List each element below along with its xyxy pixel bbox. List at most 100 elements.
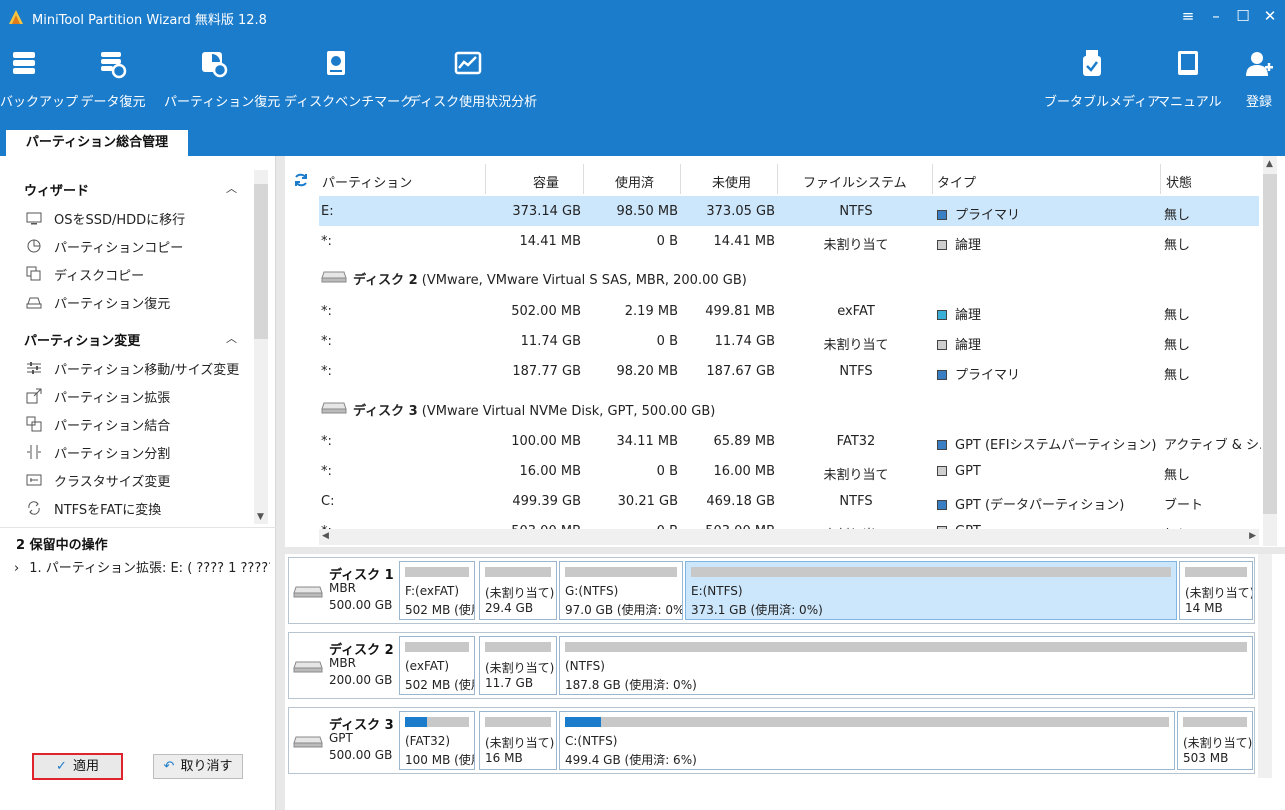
apply-button[interactable]: ✓ 適用 (32, 753, 123, 780)
backup-button[interactable]: バックアップ (0, 34, 78, 124)
data-recovery-button[interactable]: データ復元 (80, 34, 146, 124)
sidebar-scrollbar[interactable]: ▼ (254, 170, 268, 524)
column-header-status[interactable]: 状態 (1166, 172, 1192, 191)
convert-icon (28, 501, 40, 515)
table-row[interactable]: *: 14.41 MB 0 B 14.41 MB 未割り当て 論理 無し (319, 226, 1259, 256)
cell-type-label: プライマリ (955, 208, 1021, 223)
table-row[interactable]: C: 499.39 GB 30.21 GB 469.18 GB NTFS GPT… (319, 486, 1259, 516)
disk-map-card[interactable]: ディスク 3 GPT 500.00 GB (FAT32) 100 MB (使用 … (288, 707, 1255, 774)
partition-block[interactable]: (未割り当て) 16 MB (479, 711, 557, 770)
chevron-up-icon[interactable]: ︿ (226, 180, 237, 196)
manual-button[interactable]: マニュアル (1157, 34, 1222, 124)
partition-size: 97.0 GB (使用済: 0% (565, 603, 683, 617)
column-divider[interactable] (777, 164, 778, 194)
space-analyzer-button[interactable]: ディスク使用状況分析 (408, 34, 537, 124)
cell-status: アクティブ & シ... (1164, 438, 1261, 453)
disk-header-row[interactable]: ディスク 3 (VMware Virtual NVMe Disk, GPT, 5… (319, 392, 1259, 422)
partition-block[interactable]: (NTFS) 187.8 GB (使用済: 0%) (559, 636, 1253, 695)
partition-block[interactable]: G:(NTFS) 97.0 GB (使用済: 0% (559, 561, 683, 620)
table-row[interactable]: *: 187.77 GB 98.20 MB 187.67 GB NTFS プライ… (319, 356, 1259, 386)
partition-recovery-button[interactable]: パーティション復元 (164, 34, 280, 124)
table-row[interactable]: *: 502.00 MB 2.19 MB 499.81 MB exFAT 論理 … (319, 296, 1259, 326)
undo-label: 取り消す (180, 759, 233, 774)
type-swatch (937, 240, 947, 250)
menu-icon[interactable]: ≡ (1175, 4, 1201, 28)
disk-info[interactable]: ディスク 3 GPT 500.00 GB (289, 708, 397, 773)
tab-partition-management[interactable]: パーティション総合管理 (6, 130, 188, 156)
scroll-up-icon[interactable]: ▲ (1266, 159, 1273, 169)
table-horizontal-scrollbar[interactable]: ◀ ▶ (319, 529, 1259, 545)
disk-icon (293, 586, 323, 598)
cell-used: 34.11 MB (616, 434, 678, 449)
partition-block[interactable]: (FAT32) 100 MB (使用 (399, 711, 475, 770)
partition-block[interactable]: (未割り当て) 29.4 GB (479, 561, 557, 620)
partition-block-selected[interactable]: E:(NTFS) 373.1 GB (使用済: 0%) (685, 561, 1177, 620)
chevron-up-icon[interactable]: ︿ (226, 330, 237, 346)
pending-operation-item[interactable]: › 1. パーティション拡張: E: ( ???? 1 ??????? ... (14, 557, 270, 576)
maximize-button[interactable]: ☐ (1230, 4, 1256, 28)
partition-block[interactable]: (exFAT) 502 MB (使用 (399, 636, 475, 695)
pending-operations-header: 2 保留中の操作 (16, 538, 108, 553)
column-divider[interactable] (932, 164, 933, 194)
sidebar-scrollbar-thumb[interactable] (254, 184, 268, 339)
disk-map-card[interactable]: ディスク 1 MBR 500.00 GB F:(exFAT) 502 MB (使… (288, 557, 1255, 624)
table-row[interactable]: *: 16.00 MB 0 B 16.00 MB 未割り当て GPT 無し (319, 456, 1259, 486)
wizard-header[interactable]: ウィザード (24, 180, 89, 199)
chevron-right-icon[interactable]: › (14, 561, 19, 576)
bootable-media-button[interactable]: ブータブルメディア (1044, 34, 1161, 124)
scroll-down-icon[interactable]: ▼ (257, 512, 264, 522)
cell-unused: 187.67 GB (706, 364, 775, 379)
partition-size: 29.4 GB (485, 601, 534, 615)
column-header-type[interactable]: タイプ (937, 172, 976, 191)
disk-drive-icon (26, 297, 42, 309)
scroll-left-icon[interactable]: ◀ (322, 531, 329, 541)
pane-divider[interactable] (285, 547, 1285, 554)
diskmap-scrollbar[interactable] (1258, 554, 1272, 778)
partition-block[interactable]: (未割り当て) 11.7 GB (479, 636, 557, 695)
disk-header-row[interactable]: ディスク 2 (VMware, VMware Virtual S SAS, MB… (319, 261, 1259, 291)
table-row[interactable]: *: 11.74 GB 0 B 11.74 GB 未割り当て 論理 無し (319, 326, 1259, 356)
table-scrollbar-thumb[interactable] (1263, 174, 1277, 514)
cell-capacity: 14.41 MB (519, 234, 581, 249)
column-header-capacity[interactable]: 容量 (533, 172, 559, 191)
disk-info[interactable]: ディスク 1 MBR 500.00 GB (289, 558, 397, 623)
column-divider[interactable] (1160, 164, 1161, 194)
cell-capacity: 373.14 GB (512, 204, 581, 219)
user-add-icon (1246, 52, 1273, 76)
partition-block[interactable]: (未割り当て) 14 MB (1179, 561, 1253, 620)
cell-filesystem: NTFS (839, 364, 873, 379)
title-bar: MiniTool Partition Wizard 無料版 12.8 ≡ – ☐… (0, 0, 1285, 34)
partition-block[interactable]: (未割り当て) 503 MB (1177, 711, 1253, 770)
bootable-media-label: ブータブルメディア (1044, 95, 1161, 110)
table-row[interactable]: E: 373.14 GB 98.50 MB 373.05 GB NTFS プライ… (319, 196, 1259, 226)
column-divider[interactable] (583, 164, 584, 194)
type-swatch (937, 440, 947, 450)
table-vertical-scrollbar[interactable]: ▲ (1263, 156, 1277, 546)
scroll-right-icon[interactable]: ▶ (1249, 531, 1256, 541)
register-button[interactable]: 登録 (1235, 34, 1283, 124)
usage-fill (405, 717, 427, 727)
type-swatch (937, 466, 947, 476)
disk-map-card[interactable]: ディスク 2 MBR 200.00 GB (exFAT) 502 MB (使用 … (288, 632, 1255, 699)
column-header-unused[interactable]: 未使用 (712, 172, 751, 191)
disk-info[interactable]: ディスク 2 MBR 200.00 GB (289, 633, 397, 698)
cell-used: 0 B (656, 234, 678, 249)
partition-block[interactable]: C:(NTFS) 499.4 GB (使用済: 6%) (559, 711, 1175, 770)
table-row[interactable]: *: 100.00 MB 34.11 MB 65.89 MB FAT32 GPT… (319, 426, 1261, 456)
partition-block[interactable]: F:(exFAT) 502 MB (使用 (399, 561, 475, 620)
partition-label: (未割り当て) (485, 586, 555, 600)
column-header-partition[interactable]: パーティション (322, 172, 412, 191)
close-button[interactable]: ✕ (1257, 4, 1283, 28)
disk-benchmark-button[interactable]: ディスクベンチマーク (284, 34, 413, 124)
column-header-filesystem[interactable]: ファイルシステム (803, 172, 907, 191)
column-divider[interactable] (680, 164, 681, 194)
disk-icon (321, 271, 347, 283)
refresh-icon[interactable] (293, 172, 309, 188)
partition-change-header[interactable]: パーティション変更 (24, 330, 140, 349)
minimize-button[interactable]: – (1203, 4, 1229, 28)
undo-button[interactable]: ↶ 取り消す (153, 754, 243, 779)
column-header-used[interactable]: 使用済 (615, 172, 654, 191)
disk-icon (293, 661, 323, 673)
panel-separator[interactable] (276, 156, 285, 810)
column-divider[interactable] (485, 164, 486, 194)
